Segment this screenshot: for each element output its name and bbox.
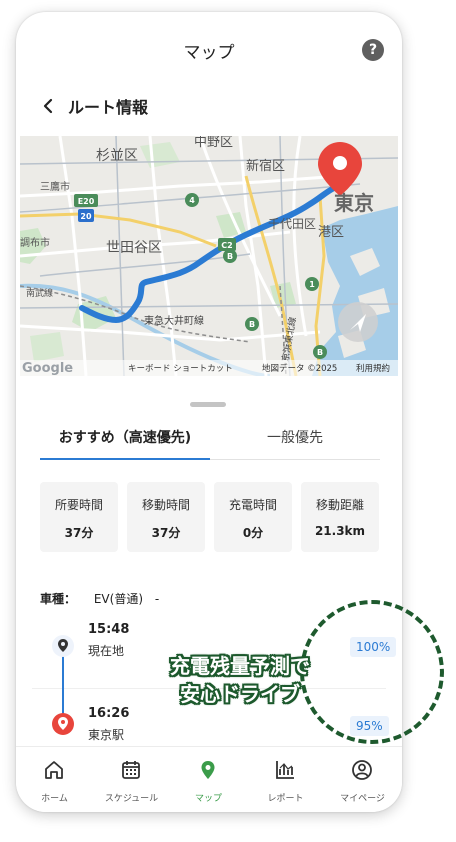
rail-label-nambu: 南武線 [26, 287, 53, 299]
vehicle-value: EV(普通) [93, 592, 143, 606]
map-pin-icon [201, 761, 215, 779]
nav-label: マイページ [340, 794, 385, 804]
origin-marker [52, 635, 74, 657]
ward-label-tokyo: 東京 [334, 191, 374, 215]
stat-label: 移動時間 [141, 498, 190, 512]
road-label-b3: B [317, 348, 323, 357]
drag-handle[interactable] [190, 402, 226, 407]
ward-label-minato: 港区 [318, 225, 344, 240]
location-pin-icon [58, 639, 68, 652]
tab-general[interactable]: 一般優先 [210, 424, 380, 460]
vehicle-suffix: - [154, 592, 160, 606]
nav-label: レポート [267, 794, 304, 804]
end-time: 16:26 [88, 706, 130, 721]
nav-mypage[interactable]: マイページ [324, 747, 401, 812]
nav-report[interactable]: レポート [247, 747, 324, 812]
back-arrow-icon[interactable] [38, 94, 58, 118]
nav-map[interactable]: マップ [170, 747, 247, 812]
route-map[interactable]: E20 20 4 C2 1 B B B 中野区 杉並区 新宿区 千代田区 世田谷… [20, 136, 398, 376]
callout-line-1: 充電残量予測で [170, 654, 310, 678]
map-canvas[interactable]: E20 20 4 C2 1 B B B 中野区 杉並区 新宿区 千代田区 世田谷… [20, 136, 398, 376]
start-place: 現在地 [88, 644, 125, 658]
stat-value: 37分 [64, 526, 94, 540]
stat-label: 充電時間 [228, 498, 277, 512]
stat-charge-time: 充電時間 0分 [214, 482, 292, 552]
nav-schedule[interactable]: スケジュール [93, 747, 170, 812]
route-stats: 所要時間 37分 移動時間 37分 充電時間 0分 移動距離 21.3km [40, 482, 380, 554]
ward-label-setagaya: 世田谷区 [106, 240, 162, 256]
road-label-b2: B [249, 320, 255, 329]
stat-label: 移動距離 [315, 498, 364, 512]
bottom-navigation: ホーム スケジュール マップ レポート マイページ [16, 746, 402, 812]
destination-marker [52, 713, 74, 735]
start-time: 15:48 [88, 622, 130, 637]
user-icon [352, 760, 372, 780]
road-label-e20: E20 [78, 197, 95, 206]
page-title: マップ [183, 43, 235, 63]
my-location-button[interactable] [338, 302, 378, 342]
ward-label-shinjuku: 新宿区 [246, 158, 285, 174]
vehicle-type: 車種： EV(普通) - [40, 590, 159, 607]
road-label-4: 4 [189, 196, 195, 205]
nav-label: ホーム [41, 794, 68, 804]
stat-total-time: 所要時間 37分 [40, 482, 118, 552]
location-pin-icon [58, 717, 68, 730]
stat-travel-time: 移動時間 37分 [127, 482, 205, 552]
ward-label-chiyoda: 千代田区 [268, 217, 316, 231]
route-tabs: おすすめ（高速優先) 一般優先 [40, 424, 380, 460]
ward-label-nakano: 中野区 [194, 136, 233, 150]
town-label-mitaka: 三鷹市 [40, 180, 70, 193]
top-bar: マップ ? [16, 12, 402, 84]
calendar-icon [122, 761, 140, 779]
stat-distance: 移動距離 21.3km [301, 482, 379, 552]
route-title: ルート情報 [68, 98, 149, 117]
route-header: ルート情報 [16, 90, 402, 126]
vehicle-label: 車種： [40, 592, 77, 606]
home-icon [45, 761, 63, 779]
nav-label: マップ [194, 794, 222, 804]
stat-value: 0分 [242, 526, 264, 540]
stat-label: 所要時間 [54, 498, 103, 512]
end-place: 東京駅 [88, 728, 125, 742]
nav-label: スケジュール [104, 794, 159, 804]
google-logo: Google [22, 361, 73, 376]
stat-value: 37分 [151, 526, 181, 540]
map-data-credit: 地図データ ©2025 [262, 363, 337, 374]
stat-value: 21.3km [314, 524, 366, 538]
callout-line-2: 安心ドライブ [180, 682, 300, 706]
road-label-20: 20 [80, 212, 92, 221]
rail-label-tokyu: 東急大井町線 [144, 314, 204, 327]
help-icon[interactable]: ? [362, 39, 384, 61]
road-label-1: 1 [309, 280, 315, 289]
report-icon [276, 761, 294, 779]
tab-recommended[interactable]: おすすめ（高速優先) [40, 424, 210, 460]
nav-home[interactable]: ホーム [16, 747, 93, 812]
ward-label-suginami: 杉並区 [96, 148, 138, 164]
road-label-b1: B [227, 252, 233, 261]
terms-link[interactable]: 利用規約 [356, 363, 390, 374]
town-label-chofu: 調布市 [20, 236, 50, 249]
promo-callout: 充電残量予測で 安心ドライブ [140, 652, 340, 708]
keyboard-shortcuts-link[interactable]: キーボード ショートカット [128, 364, 233, 374]
road-label-c2: C2 [221, 241, 232, 250]
